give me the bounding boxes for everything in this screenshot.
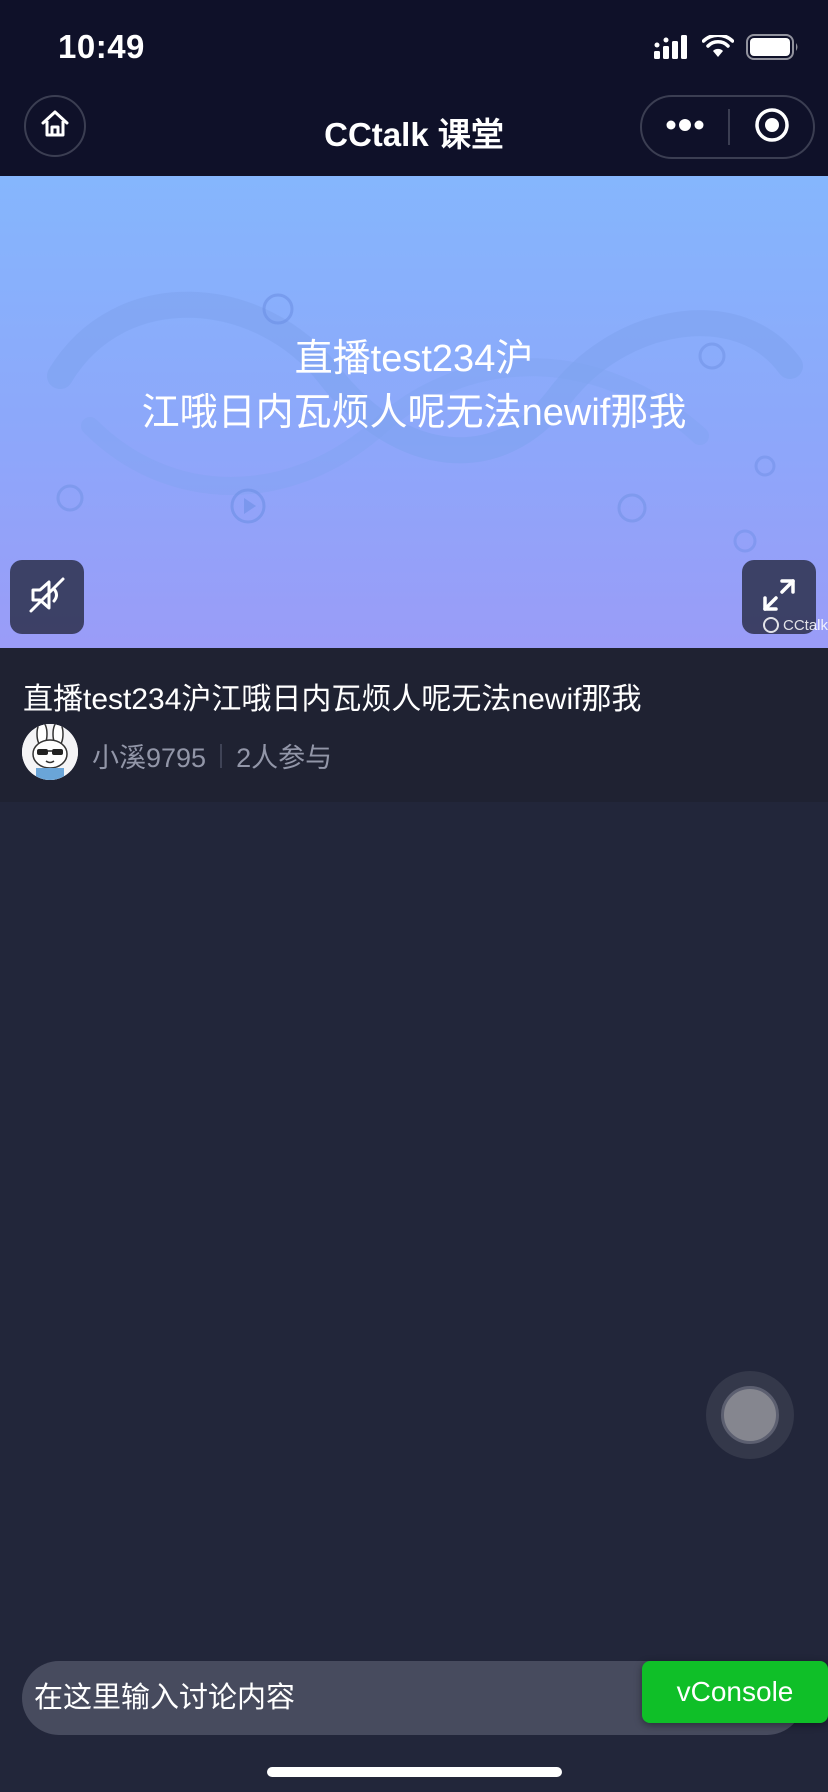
course-meta: 小溪9795 2人参与 xyxy=(92,736,332,775)
mute-button[interactable] xyxy=(10,560,84,634)
home-indicator[interactable] xyxy=(267,1767,562,1777)
mini-program-capsule xyxy=(640,95,815,159)
wifi-icon xyxy=(701,33,735,64)
floating-button-knob xyxy=(721,1386,779,1444)
fullscreen-icon xyxy=(759,575,799,620)
battery-icon xyxy=(746,34,800,65)
cctalk-watermark: CCtalk xyxy=(762,616,828,634)
cellular-signal-icon xyxy=(654,35,690,64)
video-overlay-title: 直播test234沪 江哦日内瓦烦人呢无法newif那我 xyxy=(0,332,828,440)
close-button[interactable] xyxy=(730,97,813,157)
avatar[interactable] xyxy=(22,724,78,780)
status-time: 10:49 xyxy=(58,28,145,65)
course-title: 直播test234沪江哦日内瓦烦人呢无法newif那我 xyxy=(23,683,642,716)
watermark-text: CCtalk xyxy=(782,616,828,634)
author-name[interactable]: 小溪9795 xyxy=(92,736,206,775)
avatar-illustration xyxy=(22,724,78,780)
record-close-icon xyxy=(754,107,790,148)
video-overlay-line-2: 江哦日内瓦烦人呢无法newif那我 xyxy=(141,392,687,434)
floating-assistive-button[interactable] xyxy=(706,1371,794,1459)
course-info-panel: 直播test234沪江哦日内瓦烦人呢无法newif那我 小溪9795 2人参与 xyxy=(0,648,828,802)
live-video-player[interactable]: 直播test234沪 江哦日内瓦烦人呢无法newif那我 CCtalk xyxy=(0,176,828,648)
top-bar: 10:49 CCtalk 课堂 xyxy=(0,0,828,176)
discussion-input[interactable] xyxy=(22,1661,622,1735)
screen: 10:49 CCtalk 课堂 直播test234沪 江哦日内瓦烦人呢无法new… xyxy=(0,0,828,1792)
participant-count: 2人参与 xyxy=(236,743,333,773)
status-icons xyxy=(654,33,800,65)
meta-divider xyxy=(220,743,223,768)
more-button[interactable] xyxy=(642,97,728,157)
mute-icon xyxy=(25,573,69,622)
video-overlay-line-1: 直播test234沪 xyxy=(294,338,534,380)
vconsole-button[interactable]: vConsole xyxy=(642,1661,828,1723)
more-dots-icon xyxy=(665,118,705,136)
cctalk-logo-icon xyxy=(762,617,779,633)
